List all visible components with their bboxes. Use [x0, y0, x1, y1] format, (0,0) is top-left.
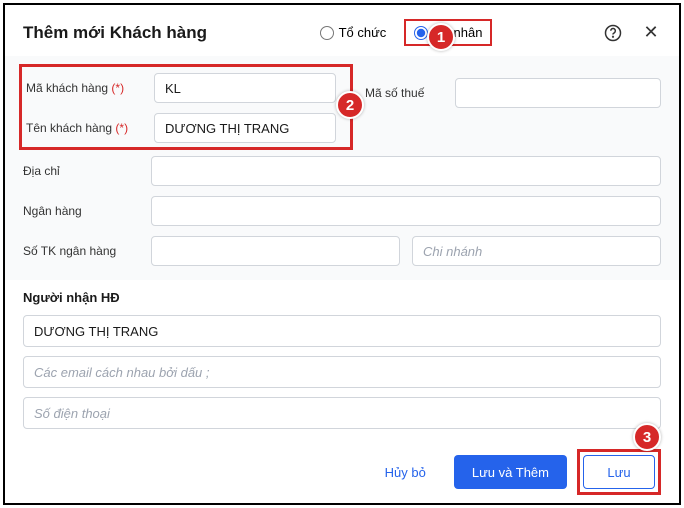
save-and-add-button[interactable]: Lưu và Thêm — [454, 455, 567, 489]
form-body: Mã khách hàng (*) Tên khách hàng (*) — [5, 56, 679, 280]
add-customer-modal: Thêm mới Khách hàng Tổ chức Cá nhân ✕ — [5, 5, 679, 503]
tax-code-label: Mã số thuế — [365, 86, 443, 100]
address-label: Địa chỉ — [23, 164, 139, 178]
customer-code-input[interactable] — [154, 73, 336, 103]
customer-type-radio-group: Tổ chức Cá nhân — [310, 19, 493, 46]
modal-footer: Hủy bỏ Lưu và Thêm Lưu — [5, 443, 679, 505]
bank-input[interactable] — [151, 196, 661, 226]
recipient-section-title: Người nhận HĐ — [23, 290, 661, 305]
customer-name-input[interactable] — [154, 113, 336, 143]
customer-code-label: Mã khách hàng (*) — [26, 81, 142, 95]
recipient-name-input[interactable] — [23, 315, 661, 347]
close-icon[interactable]: ✕ — [641, 23, 661, 43]
save-button[interactable]: Lưu — [583, 455, 655, 489]
radio-organization[interactable]: Tổ chức — [310, 19, 397, 46]
bank-account-label: Số TK ngân hàng — [23, 244, 139, 258]
radio-organization-label: Tổ chức — [339, 25, 387, 40]
callout-2: 2 — [336, 91, 364, 119]
bank-label: Ngân hàng — [23, 204, 139, 218]
highlight-box-customer: Mã khách hàng (*) Tên khách hàng (*) — [19, 64, 353, 150]
branch-input[interactable] — [412, 236, 661, 266]
tax-code-input[interactable] — [455, 78, 661, 108]
save-button-highlight: Lưu — [577, 449, 661, 495]
customer-name-label: Tên khách hàng (*) — [26, 121, 142, 135]
modal-title: Thêm mới Khách hàng — [23, 23, 207, 43]
modal-header: Thêm mới Khách hàng Tổ chức Cá nhân ✕ — [5, 5, 679, 56]
help-icon[interactable] — [603, 23, 623, 43]
callout-1: 1 — [427, 23, 455, 51]
radio-organization-input[interactable] — [320, 26, 334, 40]
recipient-section: Người nhận HĐ — [5, 280, 679, 443]
address-input[interactable] — [151, 156, 661, 186]
recipient-phone-input[interactable] — [23, 397, 661, 429]
callout-3: 3 — [633, 423, 661, 451]
cancel-button[interactable]: Hủy bỏ — [367, 455, 444, 489]
recipient-email-input[interactable] — [23, 356, 661, 388]
bank-account-input[interactable] — [151, 236, 400, 266]
